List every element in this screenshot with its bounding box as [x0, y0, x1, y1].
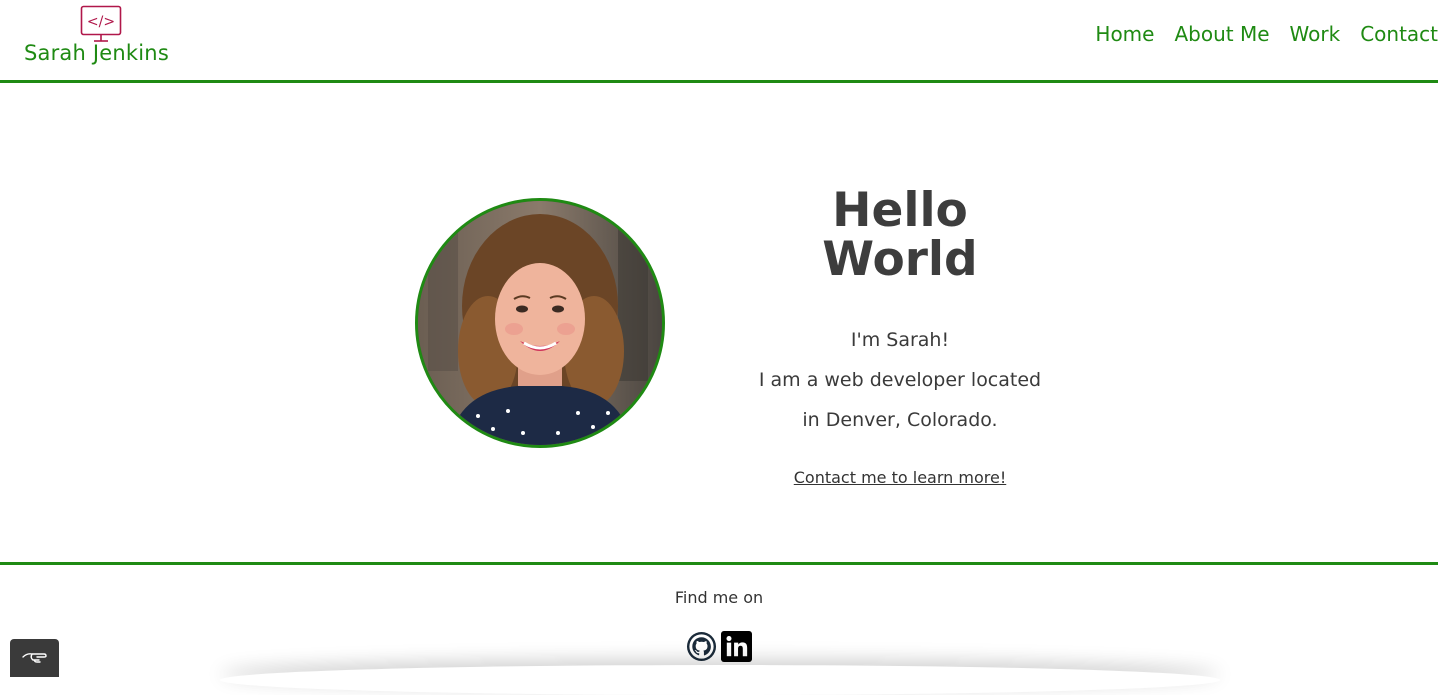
- site-header: </> Sarah Jenkins Home About Me Work Con…: [0, 0, 1438, 83]
- hero-location-line: in Denver, Colorado.: [802, 409, 998, 431]
- code-monitor-icon: </>: [80, 5, 122, 45]
- nav-contact[interactable]: Contact: [1360, 22, 1438, 46]
- hero-intro-line: I'm Sarah!: [850, 329, 950, 351]
- linkedin-icon[interactable]: [721, 631, 752, 662]
- hero-intro: I'm Sarah! I am a web developer located …: [720, 320, 1080, 440]
- profile-photo: [415, 198, 665, 448]
- social-links: [686, 631, 752, 663]
- svg-text:</>: </>: [87, 14, 115, 30]
- github-icon[interactable]: [686, 631, 717, 662]
- main-nav: Home About Me Work Contact: [1075, 20, 1438, 48]
- footer-shadow: [220, 665, 1220, 695]
- hero-title-line2: World: [822, 232, 978, 287]
- nav-about-me[interactable]: About Me: [1174, 22, 1269, 46]
- brand-logo-link[interactable]: </> Sarah Jenkins: [24, 4, 178, 70]
- floating-widget-button[interactable]: [10, 639, 59, 677]
- contact-cta-link[interactable]: Contact me to learn more!: [794, 468, 1006, 487]
- hero-description-line: I am a web developer located: [758, 369, 1042, 391]
- footer-label: Find me on: [674, 588, 764, 607]
- hand-pointer-icon: [21, 649, 48, 668]
- nav-home[interactable]: Home: [1095, 22, 1154, 46]
- brand-name: Sarah Jenkins: [24, 41, 169, 65]
- hero-section: Hello World I'm Sarah! I am a web develo…: [720, 186, 1080, 487]
- site-footer: Find me on: [0, 562, 1438, 677]
- nav-work[interactable]: Work: [1290, 22, 1341, 46]
- hero-title: Hello World: [720, 186, 1080, 284]
- hero-title-line1: Hello: [832, 183, 968, 238]
